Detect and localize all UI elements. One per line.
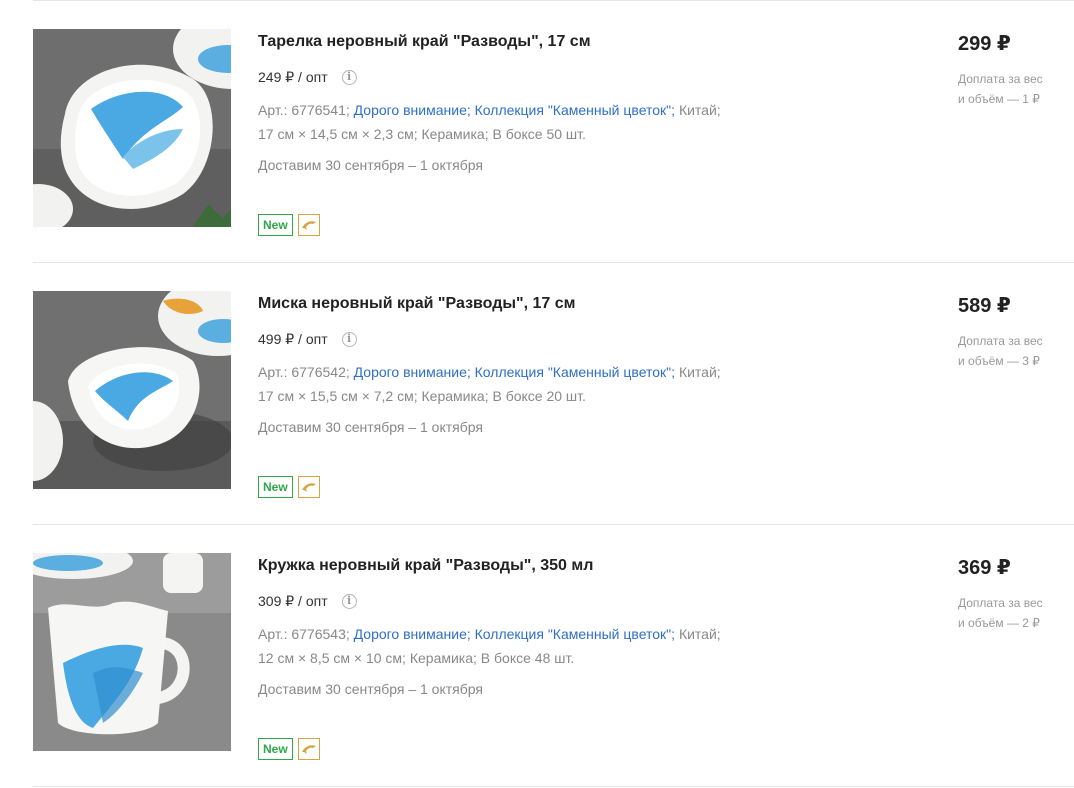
- price-column: 299 ₽ Доплата за вес и объём — 1 ₽: [958, 31, 1068, 109]
- opt-price: 499 ₽ / опт i: [258, 329, 858, 349]
- new-badge: New: [258, 476, 293, 498]
- product-specs: 17 см × 15,5 см × 7,2 см; Керамика; В бо…: [258, 388, 586, 404]
- product-row: Тарелка неровный край "Разводы", 17 см 2…: [33, 1, 1074, 262]
- delivery-date: Доставим 30 сентября – 1 октября: [258, 681, 483, 697]
- product-title[interactable]: Кружка неровный край "Разводы", 350 мл: [258, 555, 858, 577]
- product-row: Миска неровный край "Разводы", 17 см 499…: [33, 263, 1074, 524]
- divider: [33, 786, 1074, 787]
- product-image-plate[interactable]: [33, 29, 231, 227]
- price: 369 ₽: [958, 557, 1011, 579]
- collection-link[interactable]: Коллекция "Каменный цветок": [475, 364, 672, 380]
- product-title[interactable]: Тарелка неровный край "Разводы", 17 см: [258, 31, 858, 53]
- mug-photo: [33, 553, 231, 751]
- new-badge: New: [258, 214, 293, 236]
- opt-price-text: 249 ₽ / опт: [258, 69, 328, 85]
- surcharge-line: Доплата за вес: [958, 72, 1043, 86]
- product-meta: Арт.: 6776541; Дорого внимание; Коллекци…: [258, 102, 721, 142]
- bowl-photo: [33, 291, 231, 489]
- product-info: Миска неровный край "Разводы", 17 см 499…: [258, 293, 858, 437]
- country: Китай;: [678, 102, 721, 118]
- dolphin-icon[interactable]: [297, 738, 320, 760]
- price: 589 ₽: [958, 295, 1011, 317]
- price-column: 589 ₽ Доплата за вес и объём — 3 ₽: [958, 293, 1068, 371]
- product-info: Кружка неровный край "Разводы", 350 мл 3…: [258, 555, 858, 699]
- opt-price-text: 499 ₽ / опт: [258, 331, 328, 347]
- plate-photo: [33, 29, 231, 227]
- info-icon[interactable]: i: [341, 331, 357, 347]
- new-badge: New: [258, 738, 293, 760]
- delivery-date: Доставим 30 сентября – 1 октября: [258, 157, 483, 173]
- surcharge-amount: и объём — 1 ₽: [958, 92, 1040, 106]
- product-title[interactable]: Миска неровный край "Разводы", 17 см: [258, 293, 858, 315]
- brand-link[interactable]: Дорого внимание: [354, 364, 467, 380]
- price-column: 369 ₽ Доплата за вес и объём — 2 ₽: [958, 555, 1068, 633]
- badges: New: [258, 214, 320, 236]
- article-number: Арт.: 6776541;: [258, 102, 350, 118]
- surcharge: Доплата за вес и объём — 3 ₽: [958, 331, 1068, 371]
- article-number: Арт.: 6776543;: [258, 626, 350, 642]
- info-icon[interactable]: i: [341, 593, 357, 609]
- country: Китай;: [678, 364, 721, 380]
- product-image-bowl[interactable]: [33, 291, 231, 489]
- brand-link[interactable]: Дорого внимание: [354, 102, 467, 118]
- product-specs: 12 см × 8,5 см × 10 см; Керамика; В бокс…: [258, 650, 575, 666]
- surcharge: Доплата за вес и объём — 1 ₽: [958, 69, 1068, 109]
- info-icon[interactable]: i: [341, 69, 357, 85]
- opt-price: 249 ₽ / опт i: [258, 67, 858, 87]
- dolphin-icon[interactable]: [297, 476, 320, 498]
- surcharge-line: Доплата за вес: [958, 334, 1043, 348]
- delivery-date: Доставим 30 сентября – 1 октября: [258, 419, 483, 435]
- surcharge-amount: и объём — 2 ₽: [958, 616, 1040, 630]
- collection-link[interactable]: Коллекция "Каменный цветок": [475, 102, 672, 118]
- badges: New: [258, 476, 320, 498]
- dolphin-icon[interactable]: [297, 214, 320, 236]
- country: Китай;: [678, 626, 721, 642]
- brand-link[interactable]: Дорого внимание: [354, 626, 467, 642]
- surcharge-amount: и объём — 3 ₽: [958, 354, 1040, 368]
- badges: New: [258, 738, 320, 760]
- product-specs: 17 см × 14,5 см × 2,3 см; Керамика; В бо…: [258, 126, 586, 142]
- product-image-mug[interactable]: [33, 553, 231, 751]
- price: 299 ₽: [958, 33, 1011, 55]
- product-list: Тарелка неровный край "Разводы", 17 см 2…: [33, 0, 1074, 787]
- product-meta: Арт.: 6776543; Дорого внимание; Коллекци…: [258, 626, 721, 666]
- opt-price-text: 309 ₽ / опт: [258, 593, 328, 609]
- product-meta: Арт.: 6776542; Дорого внимание; Коллекци…: [258, 364, 721, 404]
- collection-link[interactable]: Коллекция "Каменный цветок": [475, 626, 672, 642]
- opt-price: 309 ₽ / опт i: [258, 591, 858, 611]
- product-info: Тарелка неровный край "Разводы", 17 см 2…: [258, 31, 858, 175]
- surcharge-line: Доплата за вес: [958, 596, 1043, 610]
- product-row: Кружка неровный край "Разводы", 350 мл 3…: [33, 525, 1074, 786]
- article-number: Арт.: 6776542;: [258, 364, 350, 380]
- surcharge: Доплата за вес и объём — 2 ₽: [958, 593, 1068, 633]
